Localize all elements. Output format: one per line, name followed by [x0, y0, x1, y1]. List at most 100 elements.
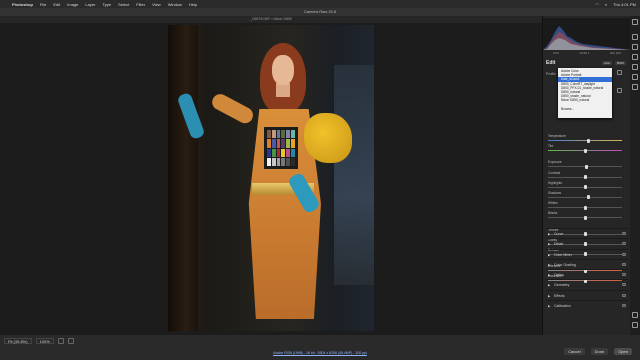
visibility-icon[interactable] [622, 273, 626, 277]
slider-knob[interactable] [583, 185, 587, 190]
window-title: Camera Raw 15.5 [0, 8, 640, 16]
slider-label: Shadows [548, 190, 562, 195]
wifi-icon[interactable]: ◠ [595, 2, 599, 7]
profile-option[interactable]: Browse... [558, 107, 612, 111]
menu-layer[interactable]: Layer [85, 2, 95, 7]
slider-row: Shadows [546, 191, 626, 201]
visibility-icon[interactable] [622, 252, 626, 256]
sort-icon[interactable] [67, 338, 74, 344]
histogram-graph [543, 26, 631, 50]
photo-bow [304, 113, 352, 163]
section-label: Color Mixer [554, 252, 572, 257]
slider-label: Whites [548, 201, 558, 206]
slider-knob[interactable] [587, 195, 591, 200]
section-effects[interactable]: ▶ Effects [546, 289, 628, 300]
slider-track[interactable] [548, 196, 622, 198]
redeye-icon[interactable] [632, 74, 638, 80]
visibility-icon[interactable] [622, 232, 626, 235]
menubar: Photoshop File Edit Image Layer Type Sel… [0, 0, 640, 8]
cancel-button[interactable]: Cancel [564, 348, 585, 355]
profile-dropdown[interactable]: Adobe Color Adobe Portrait Kate_dCam1 D850_… [558, 68, 612, 118]
open-button[interactable]: Open [614, 348, 632, 355]
section-label: Calibration [554, 304, 571, 309]
chevron-right-icon: ▶ [548, 293, 551, 298]
chevron-right-icon: ▶ [548, 232, 551, 236]
visibility-icon[interactable] [622, 262, 626, 266]
menu-image[interactable]: Image [67, 2, 78, 7]
photo-neck [276, 83, 290, 97]
dialog-buttons: Cancel Done Open [564, 348, 632, 355]
menu-window[interactable]: Window [168, 2, 182, 7]
slider-knob[interactable] [583, 215, 587, 220]
more-icon[interactable] [632, 19, 638, 25]
filmstrip-icon[interactable] [57, 338, 64, 344]
auto-button[interactable]: Auto [601, 61, 613, 65]
camera-info: f/5.6 1/160 s ISO 100 [543, 51, 631, 55]
section-geometry[interactable]: ▶ Geometry [546, 279, 628, 289]
section-curve[interactable]: ▶ Curve [546, 228, 628, 238]
done-button[interactable]: Done [590, 348, 609, 355]
eyedropper-icon[interactable] [617, 88, 622, 93]
heal-icon[interactable] [632, 54, 638, 60]
menubar-status: ◠ ⌕ Thu 4:01 PM [595, 0, 636, 8]
mask-icon[interactable] [632, 64, 638, 70]
tool-strip [630, 16, 640, 335]
photo-wall [334, 65, 374, 285]
slider-label: Blacks [548, 211, 558, 216]
slider-knob[interactable] [583, 175, 587, 180]
slider-label: Tint [548, 144, 554, 149]
slider-knob[interactable] [584, 164, 588, 169]
menu-filter[interactable]: Filter [136, 2, 145, 7]
bw-button[interactable]: B&W [615, 61, 626, 65]
photo-preview[interactable] [168, 25, 374, 331]
menu-app[interactable]: Photoshop [12, 2, 33, 7]
edit-icon[interactable] [632, 34, 638, 40]
slider-knob[interactable] [583, 148, 587, 153]
slider-knob[interactable] [587, 138, 591, 143]
visibility-icon[interactable] [622, 293, 626, 297]
section-detail[interactable]: ▶ Detail [546, 238, 628, 248]
section-calibration[interactable]: ▶ Calibration [546, 300, 628, 310]
menu-edit[interactable]: Edit [53, 2, 60, 7]
menu-file[interactable]: File [40, 2, 46, 7]
section-label: Color Grading [554, 262, 576, 267]
workflow-options-link[interactable]: Adobe RGB (1998) - 16 bit - 5504 x 8256 … [220, 351, 420, 355]
crop-icon[interactable] [632, 44, 638, 50]
zoom-100[interactable]: 100% [35, 338, 54, 344]
menu-help[interactable]: Help [189, 2, 197, 7]
slider-knob[interactable] [583, 205, 587, 210]
presets-icon[interactable] [632, 84, 638, 90]
edit-title: Edit [546, 60, 556, 66]
grid-icon[interactable] [617, 70, 622, 75]
section-label: Geometry [554, 283, 570, 288]
zoom-icon[interactable] [632, 312, 638, 318]
section-label: Effects [554, 293, 565, 298]
chevron-right-icon: ▶ [548, 242, 551, 247]
section-color-grading[interactable]: ▶ Color Grading [546, 258, 628, 269]
chevron-right-icon: ▶ [548, 262, 551, 267]
visibility-icon[interactable] [622, 304, 626, 308]
image-canvas[interactable] [0, 23, 542, 339]
search-icon[interactable]: ⌕ [605, 2, 607, 7]
chevron-right-icon: ▶ [548, 304, 551, 309]
clock: Thu 4:01 PM [613, 1, 636, 7]
panel-sections: ▶ Curve ▶ Detail ▶ Color Mixer ▶ Color Grading ▶… [546, 228, 628, 310]
hand-icon[interactable] [632, 322, 638, 328]
menu-type[interactable]: Type [102, 2, 111, 7]
section-optics[interactable]: ▶ Optics [546, 269, 628, 279]
chevron-right-icon: ▶ [548, 283, 551, 288]
slider-row: Blacks [546, 211, 626, 221]
section-color-mixer[interactable]: ▶ Color Mixer [546, 248, 628, 259]
chevron-right-icon: ▶ [548, 252, 551, 257]
menu-view[interactable]: View [152, 2, 161, 7]
bottom-bar: Fit (39.8%) 100% Adobe RGB (1998) - 16 b… [0, 335, 640, 360]
fit-zoom[interactable]: Fit (39.8%) [4, 338, 32, 344]
slider-row: Tint [546, 144, 626, 154]
slider-label: Temperature [548, 134, 566, 138]
visibility-icon[interactable] [622, 283, 626, 287]
slider-track[interactable] [548, 140, 622, 141]
visibility-icon[interactable] [622, 242, 626, 246]
photo-arm [209, 91, 256, 127]
menu-select[interactable]: Select [118, 2, 129, 7]
slider-row: Whites [546, 201, 626, 211]
